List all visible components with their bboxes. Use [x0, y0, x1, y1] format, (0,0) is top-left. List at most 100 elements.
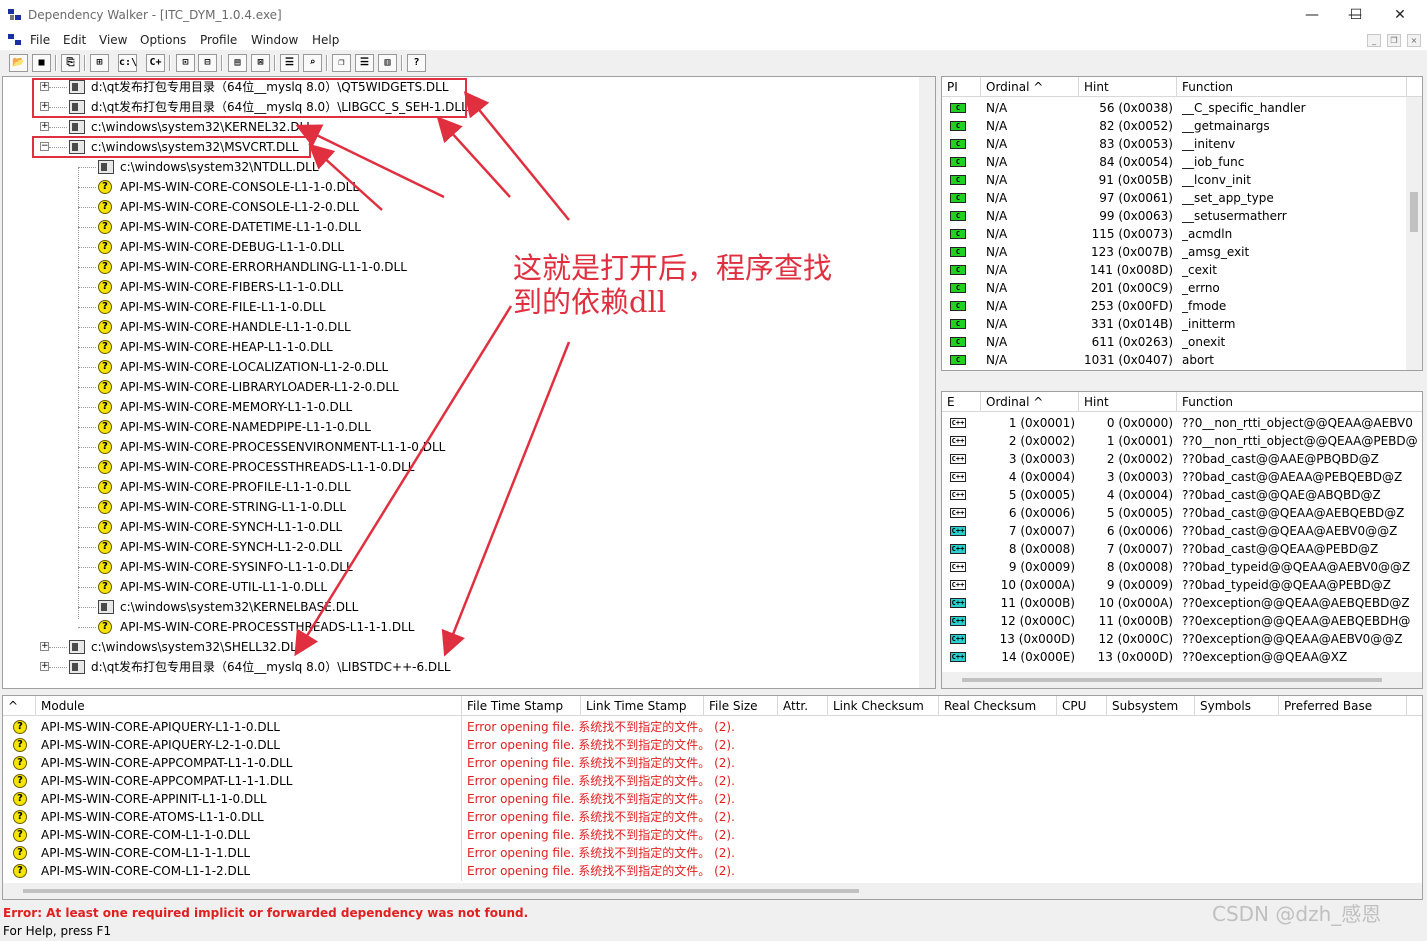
modules-col-preferred-base[interactable]: Preferred Base — [1279, 696, 1407, 716]
module-horizontal-scrollbar[interactable] — [3, 883, 1422, 899]
save-icon[interactable]: ■ — [32, 54, 51, 72]
module-name[interactable]: API-MS-WIN-CORE-COM-L1-1-1.DLL — [41, 844, 459, 862]
import-function[interactable]: _fmode — [1182, 297, 1404, 315]
tree-node[interactable]: ? API-MS-WIN-CORE-FILE-L1-1-0.DLL — [3, 297, 913, 317]
export-function[interactable]: ??0bad_cast@@AAE@PBQBD@Z — [1182, 450, 1422, 468]
search-icon[interactable]: ⌕ — [303, 54, 322, 72]
tree-expander-icon[interactable]: + — [40, 642, 49, 651]
menu-window[interactable]: Window — [251, 33, 298, 47]
import-function[interactable]: __getmainargs — [1182, 117, 1404, 135]
tree-node[interactable]: ? API-MS-WIN-CORE-NAMEDPIPE-L1-1-0.DLL — [3, 417, 913, 437]
import-function[interactable]: abort — [1182, 351, 1404, 369]
modules-col-file-time[interactable]: File Time Stamp — [462, 696, 581, 716]
export-function[interactable]: ??0__non_rtti_object@@QEAA@PEBD@ — [1182, 432, 1422, 450]
modules-col-file-size[interactable]: File Size — [704, 696, 778, 716]
tree-node[interactable]: ? API-MS-WIN-CORE-HEAP-L1-1-0.DLL — [3, 337, 913, 357]
tree-node[interactable]: + c:\windows\system32\KERNEL32.DLL — [3, 117, 913, 137]
module-list[interactable]: ^ Module File Time Stamp Link Time Stamp… — [2, 695, 1423, 900]
module-name[interactable]: API-MS-WIN-CORE-APPCOMPAT-L1-1-0.DLL — [41, 754, 459, 772]
menu-options[interactable]: Options — [140, 33, 186, 47]
import-function[interactable]: __C_specific_handler — [1182, 99, 1404, 117]
modules-col-cpu[interactable]: CPU — [1057, 696, 1107, 716]
import-function[interactable]: _acmdln — [1182, 225, 1404, 243]
properties-icon[interactable]: ⊡ — [176, 54, 195, 72]
tree-node[interactable]: + c:\windows\system32\SHELL32.DLL — [3, 637, 913, 657]
tree-node[interactable]: c:\windows\system32\NTDLL.DLL — [3, 157, 913, 177]
tree-node[interactable]: ? API-MS-WIN-CORE-SYNCH-L1-2-0.DLL — [3, 537, 913, 557]
help-icon[interactable]: ? — [407, 54, 426, 72]
tree-node[interactable]: ? API-MS-WIN-CORE-LOCALIZATION-L1-2-0.DLL — [3, 357, 913, 377]
expand-all-icon[interactable]: ⊞ — [90, 54, 109, 72]
export-function[interactable]: ??0bad_cast@@QAE@ABQBD@Z — [1182, 486, 1422, 504]
tree-node[interactable]: ? API-MS-WIN-CORE-SYSINFO-L1-1-0.DLL — [3, 557, 913, 577]
undecorate-cpp-button[interactable]: C+ — [146, 54, 165, 72]
export-function[interactable]: ??0bad_cast@@QEAA@AEBQEBD@Z — [1182, 504, 1422, 522]
tree-node[interactable]: ? API-MS-WIN-CORE-MEMORY-L1-1-0.DLL — [3, 397, 913, 417]
modules-col-attr[interactable]: Attr. — [778, 696, 828, 716]
tree-node[interactable]: c:\windows\system32\KERNELBASE.DLL — [3, 597, 913, 617]
tree-node[interactable]: ? API-MS-WIN-CORE-PROFILE-L1-1-0.DLL — [3, 477, 913, 497]
modules-col-link-checksum[interactable]: Link Checksum — [828, 696, 939, 716]
imports-col-hint[interactable]: Hint — [1079, 77, 1177, 97]
exports-col-hint[interactable]: Hint — [1079, 392, 1177, 412]
export-function[interactable]: ??0bad_typeid@@QEAA@PEBD@Z — [1182, 576, 1422, 594]
import-function[interactable]: _errno — [1182, 279, 1404, 297]
system-info-icon[interactable]: ⊟ — [198, 54, 217, 72]
menu-profile[interactable]: Profile — [200, 33, 237, 47]
menu-file[interactable]: File — [30, 33, 50, 47]
export-function[interactable]: ??0__non_rtti_object@@QEAA@AEBV0 — [1182, 414, 1422, 432]
tree-node[interactable]: ? API-MS-WIN-CORE-UTIL-L1-1-0.DLL — [3, 577, 913, 597]
cascade-icon[interactable]: ❐ — [332, 54, 351, 72]
tree-node[interactable]: ? API-MS-WIN-CORE-PROCESSTHREADS-L1-1-0.D… — [3, 457, 913, 477]
tree-node[interactable]: ? API-MS-WIN-CORE-SYNCH-L1-1-0.DLL — [3, 517, 913, 537]
export-function[interactable]: ??0exception@@QEAA@AEBV0@@Z — [1182, 630, 1422, 648]
export-function[interactable]: ??0bad_cast@@QEAA@AEBV0@@Z — [1182, 522, 1422, 540]
modules-col-link-time[interactable]: Link Time Stamp — [581, 696, 704, 716]
tree-node[interactable]: ? API-MS-WIN-CORE-PROCESSENVIRONMENT-L1-1… — [3, 437, 913, 457]
tree-node[interactable]: ? API-MS-WIN-CORE-STRING-L1-1-0.DLL — [3, 497, 913, 517]
tree-node[interactable]: + d:\qt发布打包专用目录（64位__myslq 8.0）\LIBSTDC++… — [3, 657, 913, 677]
import-function[interactable]: __initenv — [1182, 135, 1404, 153]
tree-node[interactable]: ? API-MS-WIN-CORE-DATETIME-L1-1-0.DLL — [3, 217, 913, 237]
mdi-minimize-button[interactable]: _ — [1367, 34, 1381, 47]
tree-expander-icon[interactable]: + — [40, 122, 49, 131]
modules-col-subsystem[interactable]: Subsystem — [1107, 696, 1195, 716]
log-icon[interactable]: ☰ — [280, 54, 299, 72]
export-function[interactable]: ??0bad_cast@@AEAA@PEBQEBD@Z — [1182, 468, 1422, 486]
tree-expander-icon[interactable]: + — [40, 662, 49, 671]
module-name[interactable]: API-MS-WIN-CORE-ATOMS-L1-1-0.DLL — [41, 808, 459, 826]
import-function[interactable]: __set_app_type — [1182, 189, 1404, 207]
modules-col-sort[interactable]: ^ — [3, 696, 36, 716]
minimize-button-2[interactable]: — — [1290, 0, 1334, 30]
exports-col-e[interactable]: E — [942, 392, 981, 412]
import-function[interactable]: __iob_func — [1182, 153, 1404, 171]
module-name[interactable]: API-MS-WIN-CORE-APPCOMPAT-L1-1-1.DLL — [41, 772, 459, 790]
import-function[interactable]: __setusermatherr — [1182, 207, 1404, 225]
export-function[interactable]: ??0exception@@QEAA@AEBQEBDH@ — [1182, 612, 1422, 630]
dependency-tree[interactable]: + d:\qt发布打包专用目录（64位__myslq 8.0）\QT5WIDGET… — [2, 76, 936, 689]
tree-node[interactable]: ? API-MS-WIN-CORE-CONSOLE-L1-1-0.DLL — [3, 177, 913, 197]
tile-vertical-icon[interactable]: ▥ — [378, 54, 397, 72]
menu-edit[interactable]: Edit — [63, 33, 86, 47]
close-button[interactable]: ✕ — [1378, 0, 1422, 30]
menu-help[interactable]: Help — [312, 33, 339, 47]
import-function[interactable]: _amsg_exit — [1182, 243, 1404, 261]
module-name[interactable]: API-MS-WIN-CORE-APIQUERY-L2-1-0.DLL — [41, 736, 459, 754]
export-function[interactable]: ??0exception@@QEAA@XZ — [1182, 648, 1422, 666]
export-function[interactable]: ??0bad_cast@@QEAA@PEBD@Z — [1182, 540, 1422, 558]
module-name[interactable]: API-MS-WIN-CORE-COM-L1-1-2.DLL — [41, 862, 459, 880]
modules-col-symbols[interactable]: Symbols — [1195, 696, 1279, 716]
tree-node[interactable]: ? API-MS-WIN-CORE-HANDLE-L1-1-0.DLL — [3, 317, 913, 337]
modules-col-real-checksum[interactable]: Real Checksum — [939, 696, 1057, 716]
mdi-restore-button[interactable]: ❐ — [1387, 34, 1401, 47]
tree-node[interactable]: ? API-MS-WIN-CORE-PROCESSTHREADS-L1-1-1.D… — [3, 617, 913, 637]
modules-col-module[interactable]: Module — [36, 696, 462, 716]
autoexpand-icon[interactable]: ⊠ — [251, 54, 270, 72]
imports-col-function[interactable]: Function — [1177, 77, 1407, 97]
full-paths-button[interactable]: c:\ — [118, 54, 137, 72]
maximize-button[interactable]: ☐ — [1334, 0, 1378, 30]
tree-node[interactable]: ? API-MS-WIN-CORE-CONSOLE-L1-2-0.DLL — [3, 197, 913, 217]
module-name[interactable]: API-MS-WIN-CORE-COM-L1-1-0.DLL — [41, 826, 459, 844]
import-function[interactable]: __lconv_init — [1182, 171, 1404, 189]
mdi-close-button[interactable]: × — [1407, 34, 1421, 47]
